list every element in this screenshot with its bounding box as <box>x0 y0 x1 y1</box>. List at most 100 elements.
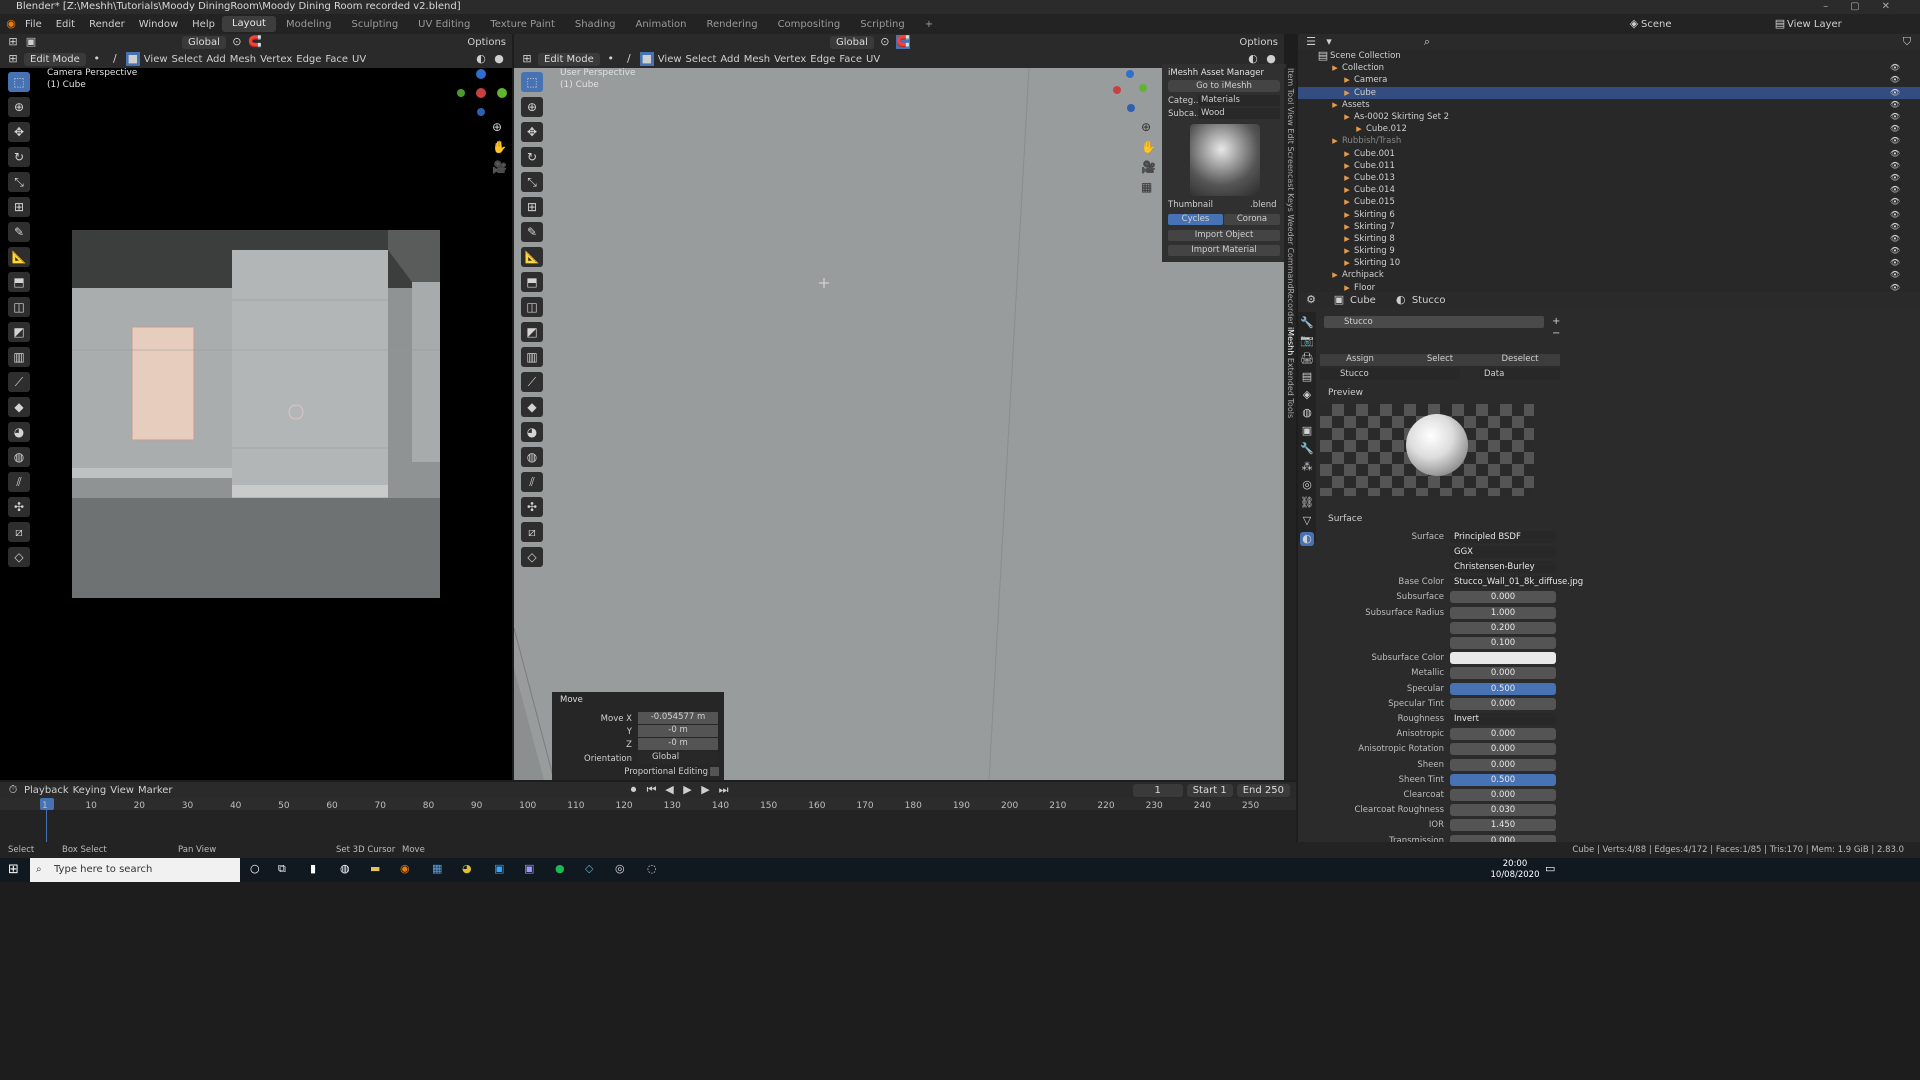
imeshh-blend-button[interactable]: .blend <box>1250 200 1276 210</box>
outliner-item[interactable]: ▸ Camera 👁 <box>1298 73 1920 86</box>
visibility-eye-icon[interactable]: 👁 <box>1890 196 1900 208</box>
left-menu-select[interactable]: Select <box>172 54 203 65</box>
outliner-editor-icon[interactable]: ☰ <box>1304 35 1318 49</box>
property-field[interactable]: 0.000 <box>1450 743 1556 756</box>
outliner-item[interactable]: ▸ Rubbish/Trash 👁 <box>1298 134 1920 147</box>
view-layer-selector[interactable]: ▤ View Layer <box>1773 17 1842 31</box>
property-field[interactable]: 0.500 <box>1450 682 1556 695</box>
right-shear-tool-icon[interactable]: ⧄ <box>521 522 543 542</box>
output-tab-icon[interactable]: 🖨 <box>1300 352 1314 366</box>
app-icon-1[interactable]: ▮ <box>310 862 316 875</box>
annotate-tool-icon[interactable]: ✎ <box>8 222 30 242</box>
tool-tab-icon[interactable]: 🔧 <box>1300 316 1314 330</box>
select-button[interactable]: Select <box>1400 354 1480 366</box>
right-vertex-select-icon[interactable]: • <box>604 52 618 66</box>
right-menu-add[interactable]: Add <box>720 54 739 65</box>
left-menu-face[interactable]: Face <box>325 54 348 65</box>
move-tool-icon[interactable]: ✥ <box>8 122 30 142</box>
tab-screencast[interactable]: Screencast Keys <box>1286 146 1295 211</box>
right-menu-mesh[interactable]: Mesh <box>744 54 770 65</box>
object-tab-icon[interactable]: ▣ <box>1300 424 1314 438</box>
start-frame-field[interactable]: Start 1 <box>1186 783 1233 797</box>
visibility-eye-icon[interactable]: 👁 <box>1890 233 1900 245</box>
right-face-select-icon[interactable]: ■ <box>639 52 654 66</box>
visibility-eye-icon[interactable]: 👁 <box>1890 123 1900 135</box>
right-loop-cut-tool-icon[interactable]: ▥ <box>521 347 543 367</box>
right-pan-hand-icon[interactable]: ✋ <box>1141 140 1156 154</box>
surface-section-header[interactable]: Surface <box>1328 514 1362 524</box>
poly-build-tool-icon[interactable]: ◆ <box>8 397 30 417</box>
outliner-item[interactable]: ▸ Archipack 👁 <box>1298 268 1920 281</box>
material-name-field[interactable]: Stucco <box>1320 368 1460 380</box>
tab-sculpting[interactable]: Sculpting <box>341 19 408 30</box>
right-knife-tool-icon[interactable]: ⟋ <box>521 372 543 392</box>
left-mode-dropdown[interactable]: Edit Mode <box>24 52 86 66</box>
tab-modeling[interactable]: Modeling <box>276 19 342 30</box>
property-field[interactable]: Principled BSDF <box>1450 530 1556 543</box>
right-annotate-tool-icon[interactable]: ✎ <box>521 222 543 242</box>
menu-file[interactable]: File <box>18 19 49 30</box>
outliner-item[interactable]: ▸ Skirting 7 👁 <box>1298 220 1920 233</box>
left-menu-edge[interactable]: Edge <box>296 54 321 65</box>
outliner-item[interactable]: ▸ Cube.011 👁 <box>1298 159 1920 172</box>
add-workspace-button[interactable]: + <box>915 19 943 30</box>
smooth-tool-icon[interactable]: ◍ <box>8 447 30 467</box>
properties-editor-icon[interactable]: ⚙ <box>1304 293 1318 307</box>
left-menu-uv[interactable]: UV <box>352 54 366 65</box>
property-field[interactable]: 0.000 <box>1450 758 1556 771</box>
visibility-eye-icon[interactable]: 👁 <box>1890 209 1900 221</box>
cursor-tool-icon[interactable]: ⊕ <box>8 97 30 117</box>
outliner-item[interactable]: ▸ Cube.013 👁 <box>1298 171 1920 184</box>
property-field[interactable]: 0.030 <box>1450 804 1556 817</box>
calculator-icon[interactable]: ▦ <box>432 862 442 875</box>
outliner-item[interactable]: ▸ Cube.001 👁 <box>1298 147 1920 160</box>
outliner-filter-icon[interactable]: ⛉ <box>1900 35 1914 49</box>
tab-layout[interactable]: Layout <box>221 16 276 32</box>
loop-cut-tool-icon[interactable]: ▥ <box>8 347 30 367</box>
right-mode-dropdown[interactable]: Edit Mode <box>538 52 600 66</box>
right-editor-type-icon[interactable]: ⊞ <box>520 52 534 66</box>
timeline-editor-icon[interactable]: ⏱ <box>6 783 20 797</box>
right-measure-tool-icon[interactable]: 📐 <box>521 247 543 267</box>
property-field[interactable]: 1.000 <box>1450 606 1556 619</box>
jump-start-icon[interactable]: ⏮ <box>645 783 659 797</box>
pivot-icon[interactable]: ⊙ <box>230 35 244 49</box>
visibility-eye-icon[interactable]: 👁 <box>1890 172 1900 184</box>
right-spin-tool-icon[interactable]: ◕ <box>521 422 543 442</box>
snap-icon[interactable]: 🧲 <box>248 35 262 49</box>
visibility-eye-icon[interactable]: 👁 <box>1890 99 1900 111</box>
current-frame-field[interactable]: 1 <box>1132 783 1183 797</box>
right-menu-edge[interactable]: Edge <box>810 54 835 65</box>
right-menu-uv[interactable]: UV <box>866 54 880 65</box>
tab-view[interactable]: View <box>1286 107 1295 126</box>
knife-tool-icon[interactable]: ⟋ <box>8 372 30 392</box>
sidebar-tab-labels[interactable]: Item Tool View Edit Screencast Keys Weed… <box>1284 68 1296 418</box>
particles-tab-icon[interactable]: ⁂ <box>1300 460 1314 474</box>
spotify-icon[interactable]: ● <box>555 862 565 875</box>
blender-taskbar-icon[interactable]: ◉ <box>400 862 410 875</box>
right-poly-build-tool-icon[interactable]: ◆ <box>521 397 543 417</box>
property-field[interactable]: Christensen-Burley <box>1450 560 1556 573</box>
render-tab-icon[interactable]: 📷 <box>1300 334 1314 348</box>
play-icon[interactable]: ▶ <box>681 783 695 797</box>
shrink-tool-icon[interactable]: ✣ <box>8 497 30 517</box>
scene-tab-icon[interactable]: ◈ <box>1300 388 1314 402</box>
imeshh-cycles-button[interactable]: Cycles <box>1168 214 1223 225</box>
visibility-eye-icon[interactable]: 👁 <box>1890 160 1900 172</box>
right-cursor-tool-icon[interactable]: ⊕ <box>521 97 543 117</box>
imeshh-category-dropdown[interactable]: Materials <box>1198 95 1280 106</box>
visibility-eye-icon[interactable]: 👁 <box>1890 74 1900 86</box>
inset-tool-icon[interactable]: ◫ <box>8 297 30 317</box>
move-orientation-dropdown[interactable]: Global <box>638 752 718 764</box>
right-shrink-tool-icon[interactable]: ✣ <box>521 497 543 517</box>
prev-key-icon[interactable]: ◀ <box>663 783 677 797</box>
right-transform-tool-icon[interactable]: ⊞ <box>521 197 543 217</box>
camera-view-icon[interactable]: 🎥 <box>492 160 507 174</box>
visibility-eye-icon[interactable]: 👁 <box>1890 269 1900 281</box>
visibility-eye-icon[interactable]: 👁 <box>1890 62 1900 74</box>
menu-window[interactable]: Window <box>132 19 185 30</box>
vertex-select-icon[interactable]: • <box>90 52 104 66</box>
app-icon-5[interactable]: ◌ <box>647 862 657 875</box>
spin-tool-icon[interactable]: ◕ <box>8 422 30 442</box>
scale-tool-icon[interactable]: ⤡ <box>8 172 30 192</box>
